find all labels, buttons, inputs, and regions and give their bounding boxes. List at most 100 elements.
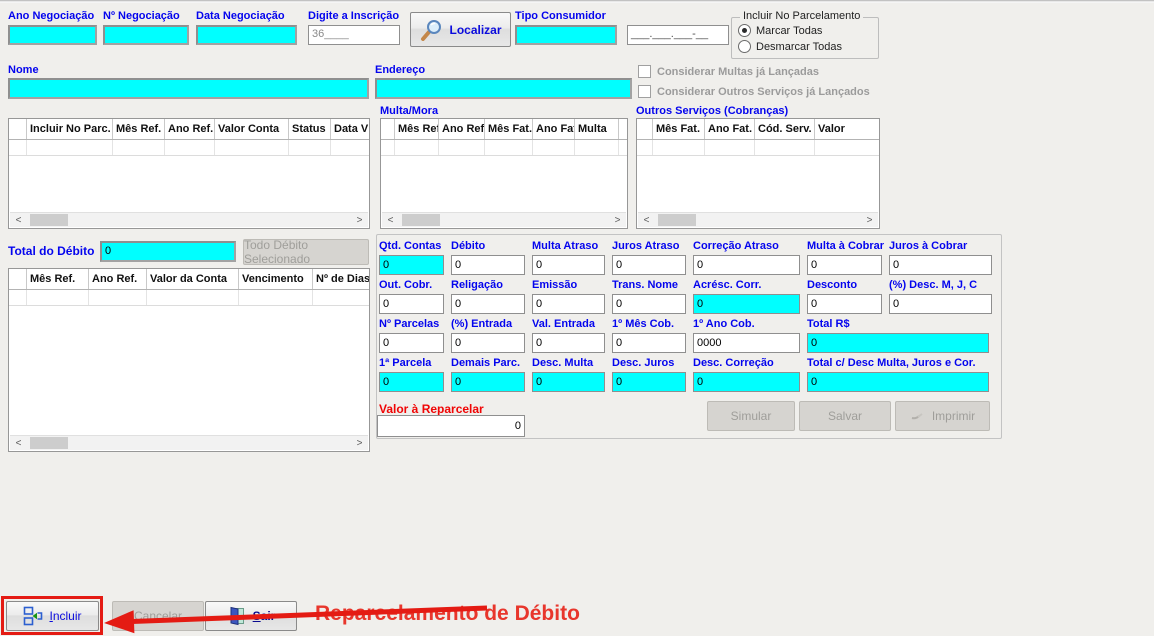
table-cell <box>215 140 289 155</box>
panel-field-input[interactable]: 0 <box>612 333 686 353</box>
scroll-thumb[interactable] <box>30 437 68 449</box>
panel-field-label: (%) Desc. M, J, C <box>889 279 999 292</box>
panel-field-input[interactable]: 0 <box>807 333 989 353</box>
scroll-left-arrow-icon[interactable]: < <box>382 213 399 227</box>
panel-field-input[interactable]: 0 <box>379 333 444 353</box>
documento-mask-input[interactable]: ___.___.___-__ <box>627 25 729 45</box>
outros_servicos-empty-row[interactable] <box>637 140 879 156</box>
panel-field-input[interactable]: 0 <box>451 333 525 353</box>
radio-unselected-icon[interactable] <box>738 40 751 53</box>
panel-field-input[interactable]: 0 <box>807 294 882 314</box>
panel-field-label: Demais Parc. <box>451 357 532 370</box>
inscricao-input[interactable]: 36____ <box>308 25 400 45</box>
table-cell <box>381 140 395 155</box>
scroll-thumb[interactable] <box>30 214 68 226</box>
scroll-track[interactable] <box>27 436 351 450</box>
panel-field: Out. Cobr.0 <box>379 279 451 314</box>
multa_mora-empty-row[interactable] <box>381 140 627 156</box>
table-cell <box>637 140 653 155</box>
nome-input[interactable] <box>8 78 369 99</box>
contas-hscrollbar[interactable]: <> <box>10 212 368 227</box>
multa_mora-hscrollbar[interactable]: <> <box>382 212 626 227</box>
detalhe-hscrollbar[interactable]: <> <box>10 435 368 450</box>
panel-field-input[interactable]: 0000 <box>693 333 800 353</box>
panel-field-input[interactable]: 0 <box>532 372 605 392</box>
scroll-track[interactable] <box>27 213 351 227</box>
todo-debito-button-label: Todo Débito Selecionado <box>244 238 368 266</box>
incluir-button[interactable]: Incluir <box>6 601 99 631</box>
table-cell <box>27 290 89 305</box>
multa_mora-col-header: Multa <box>575 119 619 139</box>
scroll-track[interactable] <box>399 213 609 227</box>
radio-option-desmarcar-todas[interactable]: Desmarcar Todas <box>738 40 842 53</box>
scroll-left-arrow-icon[interactable]: < <box>10 436 27 450</box>
simular-button[interactable]: Simular <box>707 401 795 431</box>
tipo-consumidor-input[interactable] <box>515 25 617 45</box>
outros_servicos-hscrollbar[interactable]: <> <box>638 212 878 227</box>
parcelamento-groupbox: Incluir No Parcelamento Marcar TodasDesm… <box>731 17 879 59</box>
total-debito-input[interactable]: 0 <box>100 241 236 262</box>
checkbox-row[interactable]: Considerar Outros Serviços já Lançados <box>638 85 870 98</box>
valor-reparcelar-label: Valor à Reparcelar <box>379 402 484 416</box>
endereco-input[interactable] <box>375 78 632 99</box>
detalhe-col-header: Vencimento <box>239 269 313 289</box>
todo-debito-button[interactable]: Todo Débito Selecionado <box>243 239 369 265</box>
scroll-thumb[interactable] <box>402 214 440 226</box>
salvar-button[interactable]: Salvar <box>799 401 891 431</box>
cancelar-button[interactable]: Cancelar <box>112 601 204 631</box>
sair-button[interactable]: Sair <box>205 601 297 631</box>
panel-field-input[interactable]: 0 <box>532 333 605 353</box>
panel-field-input[interactable]: 0 <box>532 255 605 275</box>
panel-field-input[interactable]: 0 <box>693 294 800 314</box>
panel-field-input[interactable]: 0 <box>451 372 525 392</box>
contas-header-row: Incluir No Parc.Mês Ref.Ano Ref.Valor Co… <box>9 119 369 140</box>
table-cell <box>705 140 755 155</box>
panel-field-input[interactable]: 0 <box>379 372 444 392</box>
panel-field-input[interactable]: 0 <box>889 255 992 275</box>
panel-field-input[interactable]: 0 <box>451 294 525 314</box>
detalhe-empty-row[interactable] <box>9 290 369 306</box>
panel-field-input[interactable]: 0 <box>693 372 800 392</box>
panel-field-input[interactable]: 0 <box>612 372 686 392</box>
panel-field: Val. Entrada0 <box>532 318 612 353</box>
scroll-track[interactable] <box>655 213 861 227</box>
valor-reparcelar-input[interactable]: 0 <box>377 415 525 437</box>
panel-field: Multa Atraso0 <box>532 240 612 275</box>
panel-field-input[interactable]: 0 <box>451 255 525 275</box>
panel-field: Trans. Nome0 <box>612 279 693 314</box>
ano-negociacao-input[interactable] <box>8 25 97 45</box>
num-negociacao-input[interactable] <box>103 25 189 45</box>
panel-field-input[interactable]: 0 <box>612 255 686 275</box>
scroll-right-arrow-icon[interactable]: > <box>609 213 626 227</box>
scroll-thumb[interactable] <box>658 214 696 226</box>
panel-field-input[interactable]: 0 <box>693 255 800 275</box>
panel-field-input[interactable]: 0 <box>612 294 686 314</box>
localizar-button[interactable]: Localizar <box>410 12 511 47</box>
scroll-right-arrow-icon[interactable]: > <box>861 213 878 227</box>
contas-empty-row[interactable] <box>9 140 369 156</box>
data-negociacao-input[interactable] <box>196 25 297 45</box>
scroll-left-arrow-icon[interactable]: < <box>638 213 655 227</box>
panel-field-input[interactable]: 0 <box>379 294 444 314</box>
checkbox-icon[interactable] <box>638 65 651 78</box>
panel-field-input[interactable]: 0 <box>807 372 989 392</box>
scroll-right-arrow-icon[interactable]: > <box>351 436 368 450</box>
panel-field-input[interactable]: 0 <box>889 294 992 314</box>
radio-option-marcar-todas[interactable]: Marcar Todas <box>738 24 822 37</box>
reparcelamento-window: Ano Negociação Nº Negociação Data Negoci… <box>0 0 1154 636</box>
detalhe-col-header: Valor da Conta <box>147 269 239 289</box>
outros_servicos-col-header: Cód. Serv. <box>755 119 815 139</box>
panel-field-input[interactable]: 0 <box>807 255 882 275</box>
scroll-left-arrow-icon[interactable]: < <box>10 213 27 227</box>
radio-selected-icon[interactable] <box>738 24 751 37</box>
panel-field-input[interactable]: 0 <box>532 294 605 314</box>
detalhe-header-row: Mês Ref.Ano Ref.Valor da ContaVencimento… <box>9 269 369 290</box>
panel-field-label: Religação <box>451 279 532 292</box>
checkbox-row[interactable]: Considerar Multas já Lançadas <box>638 65 819 78</box>
imprimir-button[interactable]: Imprimir <box>895 401 990 431</box>
checkbox-icon[interactable] <box>638 85 651 98</box>
scroll-right-arrow-icon[interactable]: > <box>351 213 368 227</box>
contas-col-header: Valor Conta <box>215 119 289 139</box>
table-cell <box>815 140 880 155</box>
panel-field-input[interactable]: 0 <box>379 255 444 275</box>
